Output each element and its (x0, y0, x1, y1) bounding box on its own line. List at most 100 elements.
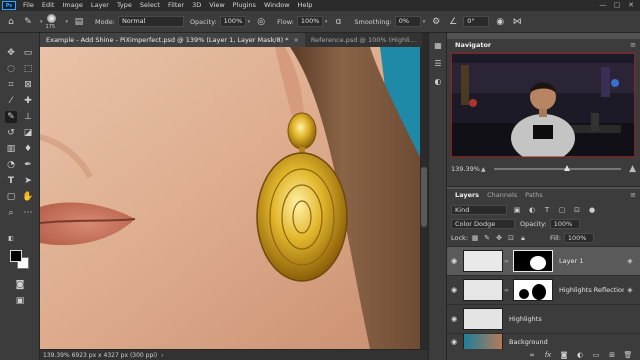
clone-stamp-tool-icon[interactable]: ⊥ (22, 111, 34, 123)
lock-position-icon[interactable]: ✥ (494, 234, 504, 242)
adjustments-panel-icon[interactable]: ◐ (432, 75, 444, 87)
panel-menu-icon[interactable]: ≡ (630, 189, 636, 201)
pressure-opacity-icon[interactable]: ◎ (254, 15, 268, 29)
document-canvas[interactable] (40, 47, 420, 349)
more-tools-icon[interactable]: ⋯ (22, 207, 34, 219)
brush-tool-icon[interactable]: ✎ (21, 15, 35, 29)
link-layers-icon[interactable]: ∞ (526, 351, 538, 359)
layer-name[interactable]: Background (509, 338, 640, 346)
layer-options-icon[interactable]: ◈ (624, 286, 636, 294)
lock-all-icon[interactable]: 🔒︎ (518, 234, 528, 243)
gear-icon[interactable]: ⚙ (429, 15, 443, 29)
menu-view[interactable]: View (205, 0, 228, 11)
smart-object-filter-icon[interactable]: ⊡ (572, 206, 582, 214)
lock-image-icon[interactable]: ✎ (482, 234, 492, 242)
screen-mode-icon[interactable]: ▣ (14, 295, 26, 307)
eye-icon[interactable]: ◉ (447, 315, 461, 323)
eye-icon[interactable]: ◉ (447, 338, 461, 346)
lasso-tool-icon[interactable]: ◌ (5, 63, 17, 75)
symmetry-icon[interactable]: ⋈ (510, 15, 524, 29)
menu-file[interactable]: File (19, 0, 38, 11)
pixel-filter-icon[interactable]: ▣ (512, 206, 522, 214)
type-filter-icon[interactable]: T (542, 206, 552, 214)
tab-paths[interactable]: Paths (521, 189, 547, 201)
menu-edit[interactable]: Edit (38, 0, 59, 11)
artboard-tool-icon[interactable]: ▭ (22, 47, 34, 59)
healing-brush-tool-icon[interactable]: ✚ (22, 95, 34, 107)
layer-options-icon[interactable]: ◈ (624, 257, 636, 265)
photoshop-logo[interactable]: Ps (2, 1, 16, 10)
brush-tool-icon[interactable]: ✎ (5, 111, 17, 123)
eraser-tool-icon[interactable]: ◪ (22, 127, 34, 139)
tab-navigator[interactable]: Navigator (451, 39, 495, 51)
smoothing-input[interactable]: 0% (394, 16, 421, 27)
flow-input[interactable]: 100% (296, 16, 323, 27)
close-icon[interactable]: × (293, 36, 298, 44)
flow-chevron-down-icon[interactable]: ▾ (325, 19, 328, 25)
link-icon[interactable]: ∞ (504, 287, 509, 294)
crop-tool-icon[interactable]: ⌗ (5, 79, 17, 91)
lock-artboard-icon[interactable]: ⊡ (506, 234, 516, 242)
adjustment-layer-icon[interactable]: ◐ (574, 351, 586, 359)
properties-panel-icon[interactable]: ☰ (432, 57, 444, 69)
zoom-slider-handle[interactable] (563, 165, 570, 171)
menu-select[interactable]: Select (136, 0, 164, 11)
menu-window[interactable]: Window (260, 0, 294, 11)
layer-row-layer-1[interactable]: ◉ ∞ Layer 1 ◈ (447, 246, 640, 275)
mode-select[interactable]: Normal (117, 16, 184, 27)
foreground-color-swatch[interactable] (10, 250, 22, 262)
pen-tool-icon[interactable]: ✒ (22, 159, 34, 171)
menu-image[interactable]: Image (58, 0, 86, 11)
status-menu-arrow-icon[interactable]: › (161, 352, 163, 359)
tab-layers[interactable]: Layers (451, 189, 483, 201)
fx-icon[interactable]: fx (542, 351, 554, 359)
minimize-button[interactable]: — (596, 0, 610, 11)
brush-preset-picker[interactable]: 175 (43, 13, 61, 31)
menu-3d[interactable]: 3D (188, 0, 205, 11)
angle-input[interactable]: 0° (463, 16, 490, 27)
history-panel-icon[interactable]: ▦ (432, 39, 444, 51)
menu-filter[interactable]: Filter (164, 0, 188, 11)
blur-tool-icon[interactable]: ♦ (22, 143, 34, 155)
brush-picker-chevron-down-icon[interactable]: ▾ (66, 19, 69, 25)
dodge-tool-icon[interactable]: ◔ (5, 159, 17, 171)
frame-tool-icon[interactable]: ⊠ (22, 79, 34, 91)
panel-menu-icon[interactable]: ≡ (630, 39, 636, 51)
blend-mode-select[interactable]: Color Dodge (451, 219, 515, 229)
navigator-thumbnail[interactable] (451, 53, 635, 157)
filter-toggle-icon[interactable]: ● (587, 206, 597, 214)
navigator-zoom-value[interactable]: 139.39% (451, 165, 481, 173)
home-icon[interactable]: ⌂ (4, 15, 18, 29)
layer-row-background[interactable]: ◉ Background (447, 333, 640, 349)
smoothing-chevron-down-icon[interactable]: ▾ (423, 19, 426, 25)
layer-row-highlights-reflection[interactable]: ◉ ∞ Highlights Reflection ◈ (447, 275, 640, 304)
navigator-zoom-slider[interactable] (493, 165, 622, 171)
scrollbar-thumb[interactable] (421, 167, 427, 227)
eye-icon[interactable]: ◉ (447, 286, 461, 294)
maximize-button[interactable]: ▢ (610, 0, 624, 11)
layer-row-highlights[interactable]: ◉ Highlights (447, 304, 640, 333)
airbrush-icon[interactable]: ɑ (331, 15, 345, 29)
quick-mask-icon[interactable]: ◙ (14, 279, 26, 291)
history-brush-tool-icon[interactable]: ↺ (5, 127, 17, 139)
pressure-size-icon[interactable]: ◉ (493, 15, 507, 29)
adjustment-filter-icon[interactable]: ◐ (527, 206, 537, 214)
layer-mask-thumbnail[interactable] (513, 250, 553, 272)
add-mask-icon[interactable]: ◙ (558, 351, 570, 359)
tab-example-document[interactable]: Example - Add Shine - PiXimperfect.psd @… (40, 33, 305, 47)
layer-name[interactable]: Layer 1 (559, 257, 624, 265)
menu-plugins[interactable]: Plugins (229, 0, 260, 11)
layer-kind-filter[interactable]: Kind (451, 205, 507, 215)
path-selection-tool-icon[interactable]: ➤ (22, 175, 34, 187)
trash-icon[interactable]: 🗑︎ (622, 351, 634, 359)
link-icon[interactable]: ∞ (504, 258, 509, 265)
zoom-tool-icon[interactable]: ⌕ (5, 207, 17, 219)
menu-type[interactable]: Type (113, 0, 136, 11)
fill-input[interactable]: 100% (563, 233, 594, 243)
tab-reference-document[interactable]: Reference.psd @ 100% (Highli... (304, 33, 422, 47)
hand-tool-icon[interactable]: ✋ (22, 191, 34, 203)
layer-mask-thumbnail[interactable] (513, 279, 553, 301)
default-colors-icon[interactable]: ◧ (5, 233, 17, 245)
tab-channels[interactable]: Channels (483, 189, 521, 201)
lock-transparent-icon[interactable]: ▦ (470, 234, 480, 242)
